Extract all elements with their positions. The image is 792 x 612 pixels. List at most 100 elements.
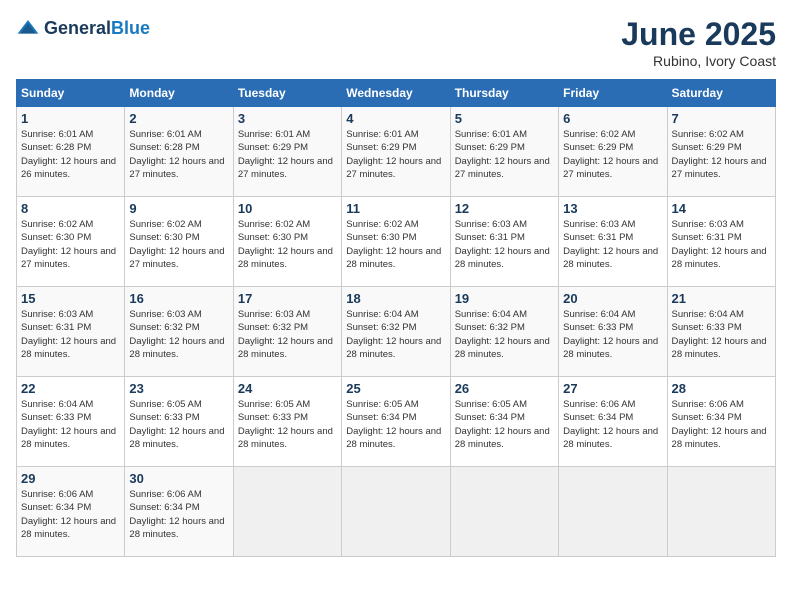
day-number: 23 <box>129 381 228 396</box>
calendar-day-cell: 29 Sunrise: 6:06 AM Sunset: 6:34 PM Dayl… <box>17 467 125 557</box>
calendar-day-cell: 20 Sunrise: 6:04 AM Sunset: 6:33 PM Dayl… <box>559 287 667 377</box>
day-info: Sunrise: 6:02 AM Sunset: 6:29 PM Dayligh… <box>563 128 662 181</box>
day-info: Sunrise: 6:04 AM Sunset: 6:33 PM Dayligh… <box>563 308 662 361</box>
day-number: 19 <box>455 291 554 306</box>
day-info: Sunrise: 6:02 AM Sunset: 6:30 PM Dayligh… <box>238 218 337 271</box>
weekday-header: Friday <box>559 80 667 107</box>
day-info: Sunrise: 6:03 AM Sunset: 6:31 PM Dayligh… <box>455 218 554 271</box>
title-area: June 2025 Rubino, Ivory Coast <box>621 16 776 69</box>
day-number: 1 <box>21 111 120 126</box>
day-number: 25 <box>346 381 445 396</box>
day-number: 29 <box>21 471 120 486</box>
calendar-day-cell: 7 Sunrise: 6:02 AM Sunset: 6:29 PM Dayli… <box>667 107 775 197</box>
day-info: Sunrise: 6:02 AM Sunset: 6:29 PM Dayligh… <box>672 128 771 181</box>
day-number: 2 <box>129 111 228 126</box>
calendar-day-cell: 3 Sunrise: 6:01 AM Sunset: 6:29 PM Dayli… <box>233 107 341 197</box>
logo-icon <box>16 16 40 40</box>
weekday-header: Saturday <box>667 80 775 107</box>
day-number: 20 <box>563 291 662 306</box>
logo-blue-text: Blue <box>111 18 150 39</box>
page-header: General Blue June 2025 Rubino, Ivory Coa… <box>16 16 776 69</box>
calendar-day-cell: 30 Sunrise: 6:06 AM Sunset: 6:34 PM Dayl… <box>125 467 233 557</box>
calendar-day-cell: 8 Sunrise: 6:02 AM Sunset: 6:30 PM Dayli… <box>17 197 125 287</box>
day-info: Sunrise: 6:01 AM Sunset: 6:28 PM Dayligh… <box>21 128 120 181</box>
calendar-day-cell: 21 Sunrise: 6:04 AM Sunset: 6:33 PM Dayl… <box>667 287 775 377</box>
day-info: Sunrise: 6:05 AM Sunset: 6:33 PM Dayligh… <box>238 398 337 451</box>
day-number: 30 <box>129 471 228 486</box>
day-info: Sunrise: 6:06 AM Sunset: 6:34 PM Dayligh… <box>563 398 662 451</box>
calendar-day-cell: 4 Sunrise: 6:01 AM Sunset: 6:29 PM Dayli… <box>342 107 450 197</box>
calendar-day-cell: 15 Sunrise: 6:03 AM Sunset: 6:31 PM Dayl… <box>17 287 125 377</box>
weekday-header: Wednesday <box>342 80 450 107</box>
calendar-week-row: 1 Sunrise: 6:01 AM Sunset: 6:28 PM Dayli… <box>17 107 776 197</box>
day-number: 7 <box>672 111 771 126</box>
day-number: 3 <box>238 111 337 126</box>
weekday-header: Tuesday <box>233 80 341 107</box>
calendar-day-cell: 16 Sunrise: 6:03 AM Sunset: 6:32 PM Dayl… <box>125 287 233 377</box>
day-info: Sunrise: 6:02 AM Sunset: 6:30 PM Dayligh… <box>346 218 445 271</box>
day-number: 28 <box>672 381 771 396</box>
calendar-week-row: 22 Sunrise: 6:04 AM Sunset: 6:33 PM Dayl… <box>17 377 776 467</box>
weekday-header-row: SundayMondayTuesdayWednesdayThursdayFrid… <box>17 80 776 107</box>
day-info: Sunrise: 6:02 AM Sunset: 6:30 PM Dayligh… <box>21 218 120 271</box>
day-info: Sunrise: 6:03 AM Sunset: 6:31 PM Dayligh… <box>563 218 662 271</box>
calendar-day-cell: 17 Sunrise: 6:03 AM Sunset: 6:32 PM Dayl… <box>233 287 341 377</box>
day-info: Sunrise: 6:04 AM Sunset: 6:32 PM Dayligh… <box>346 308 445 361</box>
day-info: Sunrise: 6:03 AM Sunset: 6:31 PM Dayligh… <box>672 218 771 271</box>
day-info: Sunrise: 6:05 AM Sunset: 6:34 PM Dayligh… <box>346 398 445 451</box>
calendar-week-row: 15 Sunrise: 6:03 AM Sunset: 6:31 PM Dayl… <box>17 287 776 377</box>
weekday-header: Sunday <box>17 80 125 107</box>
calendar-day-cell: 9 Sunrise: 6:02 AM Sunset: 6:30 PM Dayli… <box>125 197 233 287</box>
day-number: 9 <box>129 201 228 216</box>
day-number: 13 <box>563 201 662 216</box>
day-info: Sunrise: 6:04 AM Sunset: 6:33 PM Dayligh… <box>21 398 120 451</box>
day-number: 8 <box>21 201 120 216</box>
logo: General Blue <box>16 16 150 40</box>
day-number: 27 <box>563 381 662 396</box>
day-number: 12 <box>455 201 554 216</box>
calendar-day-cell: 12 Sunrise: 6:03 AM Sunset: 6:31 PM Dayl… <box>450 197 558 287</box>
location-subtitle: Rubino, Ivory Coast <box>621 53 776 69</box>
day-info: Sunrise: 6:04 AM Sunset: 6:32 PM Dayligh… <box>455 308 554 361</box>
day-info: Sunrise: 6:06 AM Sunset: 6:34 PM Dayligh… <box>672 398 771 451</box>
weekday-header: Monday <box>125 80 233 107</box>
day-info: Sunrise: 6:05 AM Sunset: 6:34 PM Dayligh… <box>455 398 554 451</box>
day-info: Sunrise: 6:06 AM Sunset: 6:34 PM Dayligh… <box>129 488 228 541</box>
day-number: 21 <box>672 291 771 306</box>
logo-general-text: General <box>44 18 111 39</box>
calendar-day-cell: 11 Sunrise: 6:02 AM Sunset: 6:30 PM Dayl… <box>342 197 450 287</box>
day-info: Sunrise: 6:01 AM Sunset: 6:29 PM Dayligh… <box>346 128 445 181</box>
day-number: 15 <box>21 291 120 306</box>
calendar-day-cell: 18 Sunrise: 6:04 AM Sunset: 6:32 PM Dayl… <box>342 287 450 377</box>
calendar-day-cell <box>559 467 667 557</box>
month-year-title: June 2025 <box>621 16 776 53</box>
calendar-day-cell: 14 Sunrise: 6:03 AM Sunset: 6:31 PM Dayl… <box>667 197 775 287</box>
day-info: Sunrise: 6:04 AM Sunset: 6:33 PM Dayligh… <box>672 308 771 361</box>
calendar-day-cell: 25 Sunrise: 6:05 AM Sunset: 6:34 PM Dayl… <box>342 377 450 467</box>
day-info: Sunrise: 6:05 AM Sunset: 6:33 PM Dayligh… <box>129 398 228 451</box>
calendar-day-cell: 10 Sunrise: 6:02 AM Sunset: 6:30 PM Dayl… <box>233 197 341 287</box>
day-number: 17 <box>238 291 337 306</box>
day-number: 5 <box>455 111 554 126</box>
calendar-day-cell: 19 Sunrise: 6:04 AM Sunset: 6:32 PM Dayl… <box>450 287 558 377</box>
calendar-week-row: 8 Sunrise: 6:02 AM Sunset: 6:30 PM Dayli… <box>17 197 776 287</box>
calendar-day-cell: 22 Sunrise: 6:04 AM Sunset: 6:33 PM Dayl… <box>17 377 125 467</box>
day-number: 6 <box>563 111 662 126</box>
calendar-day-cell: 1 Sunrise: 6:01 AM Sunset: 6:28 PM Dayli… <box>17 107 125 197</box>
calendar-day-cell: 24 Sunrise: 6:05 AM Sunset: 6:33 PM Dayl… <box>233 377 341 467</box>
day-number: 18 <box>346 291 445 306</box>
day-info: Sunrise: 6:03 AM Sunset: 6:32 PM Dayligh… <box>129 308 228 361</box>
calendar-day-cell: 5 Sunrise: 6:01 AM Sunset: 6:29 PM Dayli… <box>450 107 558 197</box>
day-info: Sunrise: 6:06 AM Sunset: 6:34 PM Dayligh… <box>21 488 120 541</box>
day-number: 11 <box>346 201 445 216</box>
day-info: Sunrise: 6:03 AM Sunset: 6:32 PM Dayligh… <box>238 308 337 361</box>
day-info: Sunrise: 6:01 AM Sunset: 6:28 PM Dayligh… <box>129 128 228 181</box>
day-info: Sunrise: 6:03 AM Sunset: 6:31 PM Dayligh… <box>21 308 120 361</box>
calendar-day-cell: 26 Sunrise: 6:05 AM Sunset: 6:34 PM Dayl… <box>450 377 558 467</box>
calendar-day-cell: 2 Sunrise: 6:01 AM Sunset: 6:28 PM Dayli… <box>125 107 233 197</box>
calendar-day-cell <box>342 467 450 557</box>
day-number: 10 <box>238 201 337 216</box>
day-number: 26 <box>455 381 554 396</box>
day-number: 22 <box>21 381 120 396</box>
calendar-day-cell: 13 Sunrise: 6:03 AM Sunset: 6:31 PM Dayl… <box>559 197 667 287</box>
